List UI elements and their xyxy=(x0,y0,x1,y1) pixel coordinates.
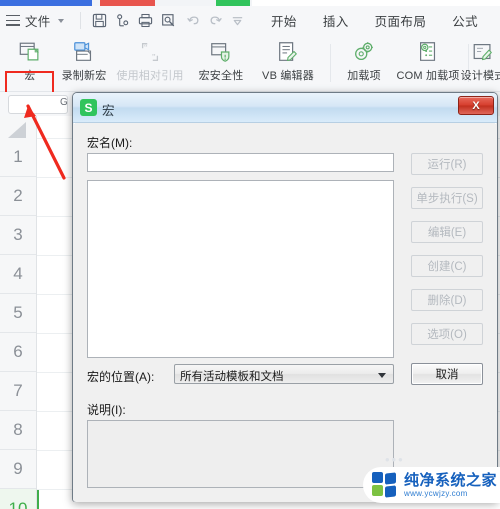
print-icon[interactable] xyxy=(138,13,153,28)
svg-text:“: “ xyxy=(144,43,148,52)
tab-insert[interactable]: 插入 xyxy=(310,11,362,30)
macro-dialog: S 宏 X 宏名(M): 宏的位置(A): 所有活动模板和文档 说明(I): 运… xyxy=(72,92,498,502)
design-mode-icon xyxy=(471,38,495,66)
macro-location-dropdown[interactable]: 所有活动模板和文档 xyxy=(174,364,394,384)
macro-location-value: 所有活动模板和文档 xyxy=(180,371,284,383)
ribbon-button-macro-security[interactable]: 宏安全性 xyxy=(190,38,252,88)
column-header-g: G xyxy=(60,97,68,108)
relative-ref-icon: “” xyxy=(138,38,162,66)
addin-icon xyxy=(352,38,376,66)
chevron-down-icon xyxy=(57,18,64,23)
ribbon-label-relative-reference: 使用相对引用 xyxy=(116,70,184,82)
ribbon-label-macro-security: 宏安全性 xyxy=(198,70,244,82)
ribbon-button-design-mode[interactable]: 设计模式 xyxy=(452,38,500,88)
watermark: 纯净系统之家 www.ycwjzy.com xyxy=(363,467,500,503)
row-header-7[interactable]: 7 xyxy=(0,372,36,411)
ribbon-button-relative-reference: “” 使用相对引用 xyxy=(112,38,188,88)
watermark-ghost-text: ••• xyxy=(385,452,405,467)
watermark-site-name: 纯净系统之家 xyxy=(404,471,498,489)
print-preview-icon[interactable] xyxy=(161,13,176,28)
edit-button: 编辑(E) xyxy=(411,221,483,243)
close-glyph: X xyxy=(472,99,480,112)
select-all-corner[interactable] xyxy=(8,122,26,138)
wps-spreadsheet-icon: S xyxy=(80,99,97,116)
delete-button: 删除(D) xyxy=(411,289,483,311)
ribbon-button-record-macro[interactable]: 录制新宏 xyxy=(56,38,112,88)
ribbon-tabs: 开始 插入 页面布局 公式 数据 xyxy=(258,6,500,35)
watermark-logo-icon xyxy=(372,472,398,498)
name-box[interactable] xyxy=(8,95,68,114)
row-header-5[interactable]: 5 xyxy=(0,294,36,333)
create-button: 创建(C) xyxy=(411,255,483,277)
row-header-3[interactable]: 3 xyxy=(0,216,36,255)
row-header-4[interactable]: 4 xyxy=(0,255,36,294)
ribbon-label-design-mode: 设计模式 xyxy=(460,70,500,82)
ribbon-divider-1 xyxy=(330,44,331,82)
dialog-title-bar[interactable]: S 宏 X xyxy=(73,93,497,123)
vb-editor-icon xyxy=(276,38,300,66)
redo-icon[interactable] xyxy=(208,13,223,28)
tab-formula[interactable]: 公式 xyxy=(439,11,491,30)
file-menu-label: 文件 xyxy=(25,15,51,29)
watermark-site-url: www.ycwjzy.com xyxy=(404,488,468,498)
cancel-button[interactable]: 取消 xyxy=(411,363,483,385)
ribbon-label-vb-editor: VB 编辑器 xyxy=(262,70,314,82)
tab-page-layout[interactable]: 页面布局 xyxy=(362,11,440,30)
macro-security-icon xyxy=(209,38,233,66)
ribbon-label-addin: 加载项 xyxy=(347,70,381,82)
share-icon[interactable] xyxy=(115,13,130,28)
row-header-1[interactable]: 1 xyxy=(0,138,36,177)
undo-icon[interactable] xyxy=(186,13,201,28)
active-cell-marker xyxy=(37,490,39,509)
macro-list-box[interactable] xyxy=(87,180,394,358)
dialog-body: 宏名(M): 宏的位置(A): 所有活动模板和文档 说明(I): 运行(R) 单… xyxy=(73,124,497,502)
ribbon-label-record-macro: 录制新宏 xyxy=(61,70,107,82)
row-header-8[interactable]: 8 xyxy=(0,411,36,450)
save-icon[interactable] xyxy=(92,13,107,28)
watermark-text: 纯净系统之家 www.ycwjzy.com xyxy=(404,473,497,498)
macro-icon xyxy=(18,38,42,66)
description-label: 说明(I): xyxy=(87,403,126,417)
chevron-down-icon xyxy=(378,373,386,378)
menu-divider xyxy=(80,12,81,29)
file-menu-button[interactable]: 文件 xyxy=(6,6,64,35)
row-header-10[interactable]: 10 xyxy=(0,489,36,509)
row-header-column: 1 2 3 4 5 6 7 8 9 10 xyxy=(0,116,37,509)
close-icon[interactable]: X xyxy=(458,96,494,115)
dialog-title: 宏 xyxy=(102,104,115,118)
record-macro-icon xyxy=(72,38,96,66)
ribbon-label-com-addin: COM 加载项 xyxy=(396,70,460,82)
com-addin-icon xyxy=(416,38,440,66)
tab-start[interactable]: 开始 xyxy=(258,11,310,30)
step-into-button: 单步执行(S) xyxy=(411,187,483,209)
macro-name-input[interactable] xyxy=(87,153,394,172)
row-header-6[interactable]: 6 xyxy=(0,333,36,372)
ribbon-toolbar: 宏 录制新宏 “” 使用相对引用 宏安全性 VB 编辑器 加载项 COM 加载项… xyxy=(0,35,500,123)
menu-bar: 文件 开始 插入 页面布局 公式 数据 xyxy=(0,6,500,35)
ribbon-button-vb-editor[interactable]: VB 编辑器 xyxy=(252,38,324,88)
macro-name-label: 宏名(M): xyxy=(87,136,133,150)
options-button: 选项(O) xyxy=(411,323,483,345)
hamburger-icon xyxy=(6,15,20,26)
row-header-9[interactable]: 9 xyxy=(0,450,36,489)
row-header-2[interactable]: 2 xyxy=(0,177,36,216)
description-textarea[interactable] xyxy=(87,420,394,488)
ribbon-button-addin[interactable]: 加载项 xyxy=(336,38,392,88)
svg-text:”: ” xyxy=(152,52,156,61)
macro-location-label: 宏的位置(A): xyxy=(87,370,155,384)
run-button: 运行(R) xyxy=(411,153,483,175)
tab-data[interactable]: 数据 xyxy=(491,11,500,30)
customize-icon[interactable] xyxy=(230,13,245,28)
